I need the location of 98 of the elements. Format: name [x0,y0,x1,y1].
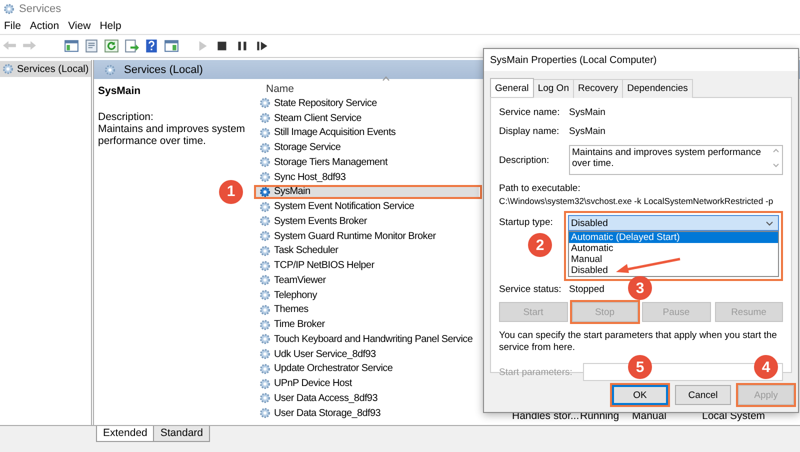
service-row[interactable]: Telephony [254,288,319,302]
service-row[interactable]: TeamViewer [254,273,328,288]
sort-caret-icon [382,76,390,81]
gear-icon [259,156,271,168]
table-cell: Running [580,410,620,422]
field-value: SysMain [569,126,606,137]
highlight-frame [610,383,670,407]
dropdown-option[interactable]: Automatic [569,243,778,254]
gear-icon [259,142,271,154]
startup-type-dropdown[interactable]: Disabled [568,215,779,231]
service-row[interactable]: Themes [254,302,310,318]
refresh-icon[interactable] [103,38,120,54]
service-row[interactable]: Update Orchestrator Service [254,362,395,376]
service-row[interactable]: Steam Client Service [254,110,364,126]
menu-item[interactable]: Help [96,20,128,32]
tab[interactable]: Recovery [572,79,624,98]
dropdown-option[interactable]: Automatic (Delayed Start) [569,232,778,243]
window-title: Services [19,3,62,15]
field-label: Startup type: [499,217,554,228]
gear-icon [259,304,271,316]
field-label: Description: [499,154,550,166]
gear-icon [104,64,116,76]
gear-icon [259,112,271,124]
gear-icon [259,274,271,286]
description-box: Maintains and improves system performance over time. [569,145,783,175]
gear-icon [259,362,271,375]
step-badge: 3 [628,276,652,300]
highlight-frame [736,383,796,407]
service-row[interactable]: UPnP Device Host [254,376,354,391]
tab[interactable]: Dependencies [622,79,693,98]
gear-icon [259,244,271,257]
service-row[interactable]: Still Image Acquisition Events [254,126,398,140]
gear-icon [3,3,15,15]
service-row[interactable]: Task Scheduler [254,244,340,258]
service-row[interactable]: System Events Broker [254,214,369,229]
service-row[interactable]: Storage Service [254,140,343,155]
view-tab[interactable]: Standard [153,426,210,442]
service-row[interactable]: Touch Keyboard and Handwriting Panel Service [254,332,475,347]
menu-item[interactable]: Action [26,20,66,32]
field-label: Path to executable: [499,183,582,194]
service-title: SysMain [98,85,142,97]
gear-icon [259,378,271,390]
gear-icon [259,215,271,228]
dialog-button[interactable]: OK [612,385,668,405]
gear-icon [259,126,271,139]
service-row[interactable]: Time Broker [254,317,327,332]
field-label: Display name: [499,126,560,137]
service-row[interactable]: System Guard Runtime Monitor Broker [254,228,438,244]
console-tree-icon[interactable] [63,38,80,54]
gear-icon [259,333,271,346]
view-tab[interactable]: Extended [96,426,154,442]
gear-icon [259,289,271,302]
highlight-frame [570,300,640,324]
field-label: Service name: [499,107,560,118]
hint-text: You can specify the start parameters that apply when you start the service from here. [499,330,778,353]
gear-icon [259,348,271,360]
service-row[interactable]: User Data Access_8df93 [254,391,380,406]
gear-icon [259,392,271,404]
field-value: SysMain [569,107,606,118]
gear-icon [259,97,271,110]
step-badge: 1 [219,180,243,204]
description-text: Maintains and improves system performance over time. [98,123,246,147]
menu-item[interactable]: View [65,20,97,32]
gear-icon [259,230,271,242]
tree-item[interactable]: Services (Local) [0,61,91,77]
service-row[interactable]: System Event Notification Service [254,199,416,214]
service-row[interactable]: TCP/IP NetBIOS Helper [254,258,376,273]
show-pane-icon[interactable] [163,38,180,54]
dropdown-option[interactable]: Manual [569,254,778,265]
field-value: Stopped [569,284,604,295]
field-label: Start parameters: [499,366,574,378]
export-icon[interactable] [123,38,140,54]
scroll-arrows-icon[interactable] [772,147,780,169]
gear-icon [259,186,271,198]
service-row[interactable]: User Data Storage_8df93 [254,406,383,420]
menu-item[interactable]: File [1,20,27,32]
gear-icon [259,407,271,420]
service-row[interactable]: Storage Tiers Management [254,155,390,170]
service-row[interactable]: Sync Host_8df93 [254,170,348,184]
column-header[interactable]: Name [266,83,294,95]
gear-icon [259,171,271,184]
properties-icon[interactable] [83,38,100,54]
dialog-button[interactable]: Cancel [675,385,731,405]
gear-icon [259,318,271,331]
gear-icon [2,63,14,75]
step-badge: 2 [528,233,552,257]
path-value: C:\Windows\system32\svchost.exe -k LocalSystemNetworkRestricted -p [499,196,774,206]
service-row[interactable]: Udk User Service_8df93 [254,346,378,362]
help-icon[interactable] [143,38,160,54]
chevron-down-icon [766,220,773,226]
tab[interactable]: General [490,78,534,97]
gear-icon [259,260,271,272]
service-row[interactable]: State Repository Service [254,96,379,111]
field-label: Service status: [499,284,562,295]
tab[interactable]: Log On [532,79,574,98]
dropdown-option[interactable]: Disabled [569,265,778,276]
gear-icon [259,200,271,213]
description-label: Description: [98,111,154,123]
